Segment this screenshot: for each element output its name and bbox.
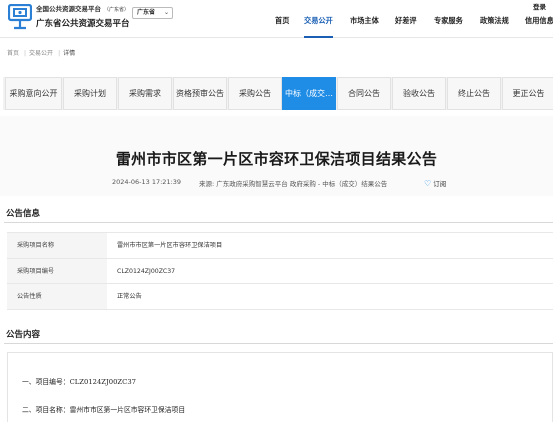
breadcrumb: 首页 | 交易公开 | 详情 <box>7 48 77 57</box>
breadcrumb-trading[interactable]: 交易公开 <box>29 50 53 57</box>
tab-procurement-plan[interactable]: 采购计划 <box>63 77 117 110</box>
notice-type-tabs: 采购意向公开 采购计划 采购需求 资格预审公告 采购公告 中标（成交… 合同公告… <box>3 77 553 110</box>
row-key: 采购项目编号 <box>7 258 107 283</box>
tab-acceptance-notice[interactable]: 验收公告 <box>392 77 446 110</box>
tab-prequalification[interactable]: 资格预审公告 <box>173 77 227 110</box>
nav-reviews[interactable]: 好差评 <box>395 16 417 38</box>
nav-credit-info[interactable]: 信用信息 <box>525 16 553 38</box>
breadcrumb-separator: | <box>24 50 27 57</box>
row-key: 采购项目名称 <box>7 233 107 258</box>
tab-procurement-intent[interactable]: 采购意向公开 <box>5 77 62 110</box>
breadcrumb-separator: | <box>58 50 61 57</box>
tab-correction-notice[interactable]: 更正公告 <box>502 77 553 110</box>
table-row: 采购项目名称 雷州市市区第一片区市容环卫保洁项目 <box>7 233 553 259</box>
row-key: 公告性质 <box>7 284 107 309</box>
row-value: 正常公告 <box>117 293 142 300</box>
row-value: CLZ0124ZJ00ZC37 <box>117 267 176 275</box>
chevron-down-icon: ⌄ <box>163 9 169 16</box>
breadcrumb-home[interactable]: 首页 <box>7 50 19 57</box>
content-paragraph: 二、项目名称：雷州市市区第一片区市容环卫保洁项目 <box>22 406 186 414</box>
site-subtitle: 全国公共资源交易平台 （广东省） <box>36 5 130 13</box>
info-section-title: 公告信息 <box>6 209 41 219</box>
nav-policies[interactable]: 政策法规 <box>480 16 509 38</box>
login-link[interactable]: 登录 <box>533 1 546 11</box>
region-select[interactable]: 广东省 ⌄ <box>132 7 173 19</box>
region-select-value: 广东省 <box>137 9 156 16</box>
brand-block[interactable]: 全国公共资源交易平台 （广东省） 广东省公共资源交易平台 <box>36 3 130 29</box>
tab-procurement-notice[interactable]: 采购公告 <box>228 77 282 110</box>
site-header: 全国公共资源交易平台 （广东省） 广东省公共资源交易平台 广东省 ⌄ 登录 首页 … <box>0 0 553 38</box>
page-title: 雷州市市区第一片区市容环卫保洁项目结果公告 <box>115 150 438 168</box>
heart-icon: ♡ <box>424 179 432 188</box>
table-row: 采购项目编号 CLZ0124ZJ00ZC37 <box>7 258 553 284</box>
subscribe-label: 订阅 <box>433 180 447 188</box>
tab-award-result[interactable]: 中标（成交… <box>282 77 336 110</box>
subscribe-button[interactable]: ♡ 订阅 <box>424 178 446 188</box>
nav-market-entities[interactable]: 市场主体 <box>350 16 379 38</box>
nav-home[interactable]: 首页 <box>275 16 289 38</box>
breadcrumb-current: 详情 <box>63 50 76 57</box>
publish-datetime: 2024-06-13 17:21:39 <box>112 178 182 186</box>
content-section-divider <box>4 343 553 344</box>
notice-content: 一、项目编号：CLZ0124ZJ00ZC37 二、项目名称：雷州市市区第一片区市… <box>7 352 553 422</box>
nav-expert-service[interactable]: 专家服务 <box>434 16 463 38</box>
info-table: 采购项目名称 雷州市市区第一片区市容环卫保洁项目 采购项目编号 CLZ0124Z… <box>7 232 553 310</box>
table-row: 公告性质 正常公告 <box>7 284 553 310</box>
tab-procurement-demand[interactable]: 采购需求 <box>118 77 172 110</box>
content-paragraph: 一、项目编号：CLZ0124ZJ00ZC37 <box>22 378 136 386</box>
info-section-divider <box>4 222 553 223</box>
row-value: 雷州市市区第一片区市容环卫保洁项目 <box>117 242 223 249</box>
tab-termination-notice[interactable]: 终止公告 <box>447 77 501 110</box>
content-section-title: 公告内容 <box>6 330 41 340</box>
notice-source: 来源: 广东政府采购智慧云平台 政府采购 - 中标（成交）结果公告 <box>199 180 388 188</box>
site-logo-icon[interactable] <box>8 4 32 30</box>
nav-trading-public[interactable]: 交易公开 <box>304 16 333 38</box>
site-title: 广东省公共资源交易平台 <box>36 19 130 29</box>
tab-contract-notice[interactable]: 合同公告 <box>337 77 391 110</box>
